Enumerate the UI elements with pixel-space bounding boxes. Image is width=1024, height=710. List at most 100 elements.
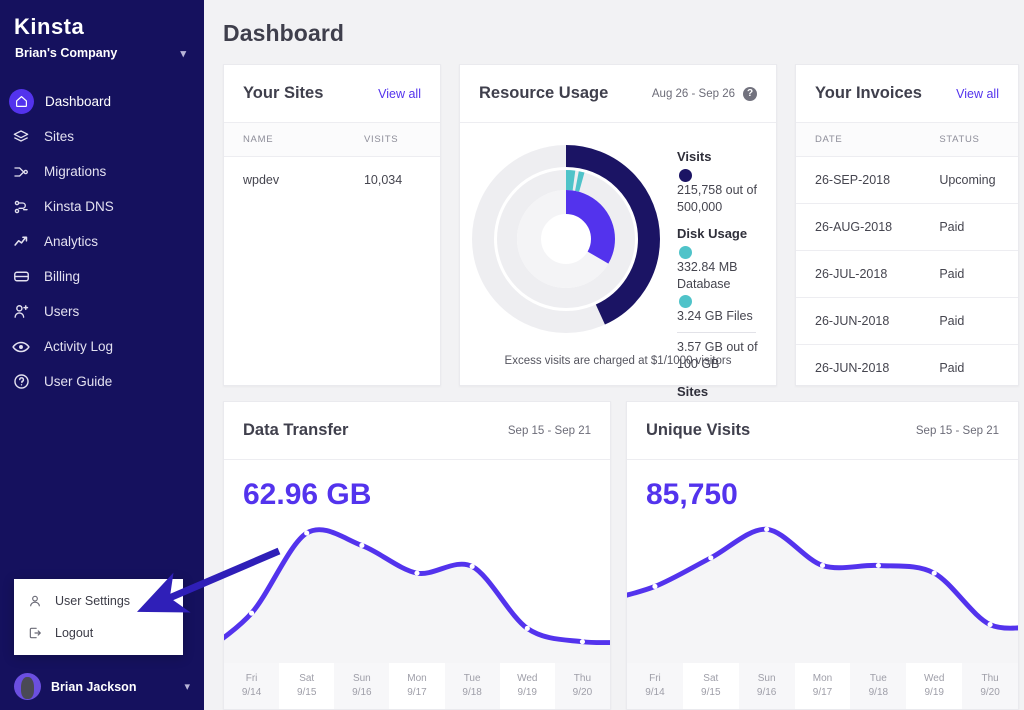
column-header-visits: VISITS <box>344 123 440 157</box>
user-account-row[interactable]: Brian Jackson ▾ <box>0 663 204 710</box>
help-icon <box>9 370 33 394</box>
chart-data-point[interactable] <box>652 583 658 590</box>
sidebar-item-label: Sites <box>44 128 75 144</box>
cell-invoice-date: 26-JUN-2018 <box>815 361 890 375</box>
chart-data-point[interactable] <box>414 570 420 576</box>
resource-usage-card: Resource Usage Aug 26 - Sep 26 ? Visits … <box>459 64 777 432</box>
sidebar-item-user-guide[interactable]: User Guide <box>0 364 204 399</box>
table-row[interactable]: 26-JUL-2018 Paid <box>796 250 1018 298</box>
menu-item-logout[interactable]: Logout <box>14 617 183 649</box>
menu-item-label: User Settings <box>55 594 131 608</box>
chart-data-point[interactable] <box>764 526 770 532</box>
table-row[interactable]: 26-JUN-2018 Paid <box>796 297 1018 345</box>
cell-invoice-status: Paid <box>920 297 1018 345</box>
chart-svg <box>224 527 610 663</box>
chart-data-point[interactable] <box>579 639 586 645</box>
chart-data-point[interactable] <box>359 542 365 549</box>
invoices-table: DATE STATUS 26-SEP-2018 Upcoming 26-AUG-… <box>796 123 1018 391</box>
x-tick-date: 9/18 <box>462 687 482 698</box>
column-header-date: DATE <box>796 123 921 157</box>
x-tick-date: 9/16 <box>352 687 372 698</box>
x-tick-day: Sun <box>352 673 371 684</box>
x-axis-tick: Mon 9/17 <box>389 663 445 709</box>
cell-invoice-date: 26-JUN-2018 <box>796 297 921 345</box>
sidebar-item-label: User Guide <box>44 373 113 389</box>
legend-heading-disk: Disk Usage <box>677 226 748 241</box>
company-name: Brian's Company <box>15 46 118 60</box>
sidebar-item-activity-log[interactable]: Activity Log <box>0 329 204 364</box>
sidebar-nav: Dashboard Sites Migrations Kinsta DNS An… <box>0 84 204 399</box>
sidebar-item-migrations[interactable]: Migrations <box>0 154 204 189</box>
main-content: Dashboard Your Sites View all NAME VISIT… <box>204 0 1024 710</box>
table-row[interactable]: wpdev 10,034 <box>224 157 440 204</box>
resource-usage-donut-chart <box>466 133 671 385</box>
page-title: Dashboard <box>223 20 345 46</box>
x-tick-date: 9/14 <box>241 687 262 698</box>
trend-up-icon <box>9 230 33 254</box>
chevron-down-icon: ▾ <box>184 681 190 693</box>
sidebar-item-sites[interactable]: Sites <box>0 119 204 154</box>
cell-invoice-date: 26-SEP-2018 <box>796 156 921 204</box>
chart-data-point[interactable] <box>304 530 310 536</box>
card-title: Your Sites <box>243 84 324 102</box>
x-axis-tick: Mon 9/17 <box>794 663 851 709</box>
sidebar: Kinsta Brian's Company ▾ Dashboard Sites <box>0 0 204 710</box>
dns-icon <box>9 195 33 219</box>
your-invoices-card: Your Invoices View all DATE STATUS 26-SE… <box>795 64 1019 386</box>
user-name: Brian Jackson <box>51 679 137 694</box>
user-plus-icon <box>9 300 33 324</box>
sidebar-item-users[interactable]: Users <box>0 294 204 329</box>
table-row[interactable]: 26-AUG-2018 Paid <box>796 203 1018 251</box>
chart-data-point[interactable] <box>875 562 881 569</box>
legend-dot-files <box>679 295 692 308</box>
sidebar-item-billing[interactable]: Billing <box>0 259 204 294</box>
view-all-link[interactable]: View all <box>956 87 999 101</box>
x-tick-day: Wed <box>924 673 945 684</box>
legend-value-visits: 215,758 out of 500,000 <box>677 183 757 214</box>
menu-item-user-settings[interactable]: User Settings <box>14 585 183 617</box>
x-tick-day: Fri <box>649 673 661 684</box>
card-header: Data Transfer Sep 15 - Sep 21 <box>224 402 610 460</box>
chart-data-point[interactable] <box>708 555 714 561</box>
chart-data-point[interactable] <box>819 562 826 569</box>
table-row[interactable]: 26-SEP-2018 Upcoming <box>796 156 1018 204</box>
brand-logo[interactable]: Kinsta <box>0 0 204 40</box>
cell-invoice-status: Paid <box>939 361 965 375</box>
legend-dot-visits <box>679 169 692 182</box>
table-row[interactable]: 26-JUN-2018 Paid <box>796 345 1018 392</box>
x-tick-date: 9/18 <box>868 687 889 698</box>
x-axis-tick: Fri 9/14 <box>627 663 683 709</box>
column-header-name: NAME <box>224 123 345 157</box>
cell-invoice-date: 26-JUL-2018 <box>796 250 921 298</box>
card-header: Unique Visits Sep 15 - Sep 21 <box>627 402 1018 460</box>
chevron-down-icon: ▾ <box>180 47 186 60</box>
chart-data-point[interactable] <box>987 622 993 628</box>
sidebar-item-analytics[interactable]: Analytics <box>0 224 204 259</box>
cell-site-visits: 10,034 <box>363 173 403 187</box>
chart-data-point[interactable] <box>248 610 255 616</box>
x-tick-date: 9/19 <box>517 687 537 698</box>
legend-row-database: 332.84 MB Database <box>677 244 760 293</box>
x-axis-tick: Thu 9/20 <box>962 663 1018 709</box>
legend-row-visits: 215,758 out of 500,000 <box>677 167 760 216</box>
sidebar-item-label: Migrations <box>44 163 107 179</box>
company-switcher[interactable]: Brian's Company ▾ <box>0 40 204 60</box>
sidebar-item-kinsta-dns[interactable]: Kinsta DNS <box>0 189 204 224</box>
card-icon <box>9 265 33 289</box>
chart-data-point[interactable] <box>931 570 937 576</box>
sidebar-item-dashboard[interactable]: Dashboard <box>0 84 204 119</box>
help-icon[interactable]: ? <box>743 86 757 101</box>
x-tick-day: Sun <box>757 673 776 684</box>
chart-data-point[interactable] <box>469 563 475 569</box>
unique-visits-card: Unique Visits Sep 15 - Sep 21 85,750 Fri… <box>626 401 1019 710</box>
x-axis-tick: Wed 9/19 <box>906 663 963 709</box>
card-title: Unique Visits <box>646 421 751 439</box>
x-tick-day: Tue <box>463 673 481 684</box>
view-all-link[interactable]: View all <box>378 87 421 101</box>
sidebar-item-label: Dashboard <box>45 93 112 109</box>
date-range: Aug 26 - Sep 26 <box>651 87 735 100</box>
card-header: Your Sites View all <box>224 65 440 123</box>
chart-area-fill <box>224 529 610 663</box>
chart-svg <box>627 526 1018 663</box>
chart-data-point[interactable] <box>524 625 530 631</box>
